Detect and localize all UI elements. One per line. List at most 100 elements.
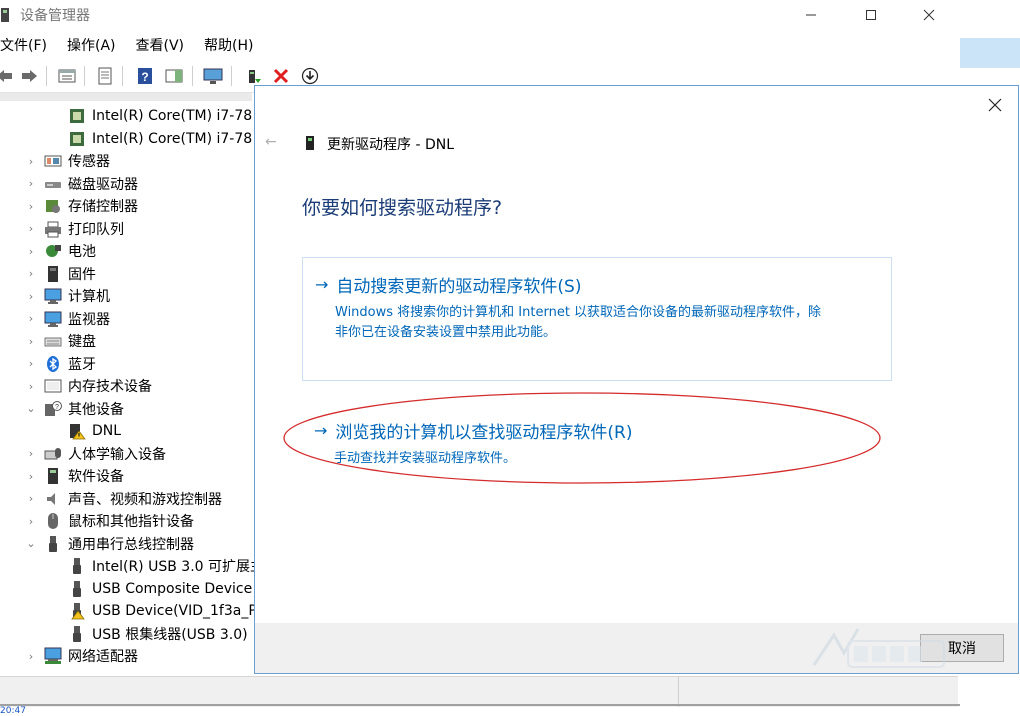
close-button[interactable] bbox=[906, 0, 952, 30]
chevron-right-icon[interactable]: › bbox=[26, 150, 36, 172]
menu-action[interactable]: 操作(A) bbox=[57, 34, 126, 58]
scan-hardware-button[interactable] bbox=[203, 66, 223, 86]
tree-item-label: USB Composite Device bbox=[92, 580, 253, 597]
update-driver-icon bbox=[249, 70, 261, 83]
menu-help[interactable]: 帮助(H) bbox=[194, 34, 263, 58]
usb-icon bbox=[68, 580, 86, 598]
tree-item[interactable]: › 声音、视频和游戏控制器 bbox=[29, 488, 222, 510]
browse-desc-line: 手动查找并安装驱动程序软件。 bbox=[334, 451, 517, 466]
status-bar bbox=[0, 676, 958, 707]
chevron-right-icon[interactable]: › bbox=[26, 330, 36, 352]
chevron-right-icon[interactable]: › bbox=[26, 465, 36, 487]
tree-item-label: Intel(R) Core(TM) i7-78 bbox=[92, 108, 253, 124]
chevron-right-icon[interactable]: › bbox=[26, 263, 36, 285]
chevron-right-icon[interactable]: › bbox=[26, 645, 36, 667]
auto-search-title-row: → 自动搜索更新的驱动程序软件(S) bbox=[315, 272, 879, 297]
tree-item-label: 声音、视频和游戏控制器 bbox=[68, 491, 222, 508]
auto-search-title: 自动搜索更新的驱动程序软件(S) bbox=[336, 277, 582, 297]
auto-search-desc-line: Windows 将搜索你的计算机和 Internet 以获取适合你设备的最新驱动… bbox=[335, 305, 822, 320]
browse-computer-option[interactable]: → 浏览我的计算机以查找驱动程序软件(R) 手动查找并安装驱动程序软件。 bbox=[302, 404, 892, 484]
chevron-down-icon[interactable]: ⌄ bbox=[26, 398, 36, 420]
cpu-icon bbox=[68, 130, 86, 148]
tree-item[interactable]: › 监视器 bbox=[29, 308, 110, 330]
chevron-right-icon[interactable]: › bbox=[26, 488, 36, 510]
tree-item[interactable]: ⌄ 通用串行总线控制器 bbox=[26, 533, 194, 555]
chevron-right-icon[interactable]: › bbox=[26, 240, 36, 262]
mouse-icon bbox=[44, 512, 62, 530]
minimize-button[interactable] bbox=[788, 0, 834, 30]
svg-text:?: ? bbox=[141, 70, 148, 84]
download-circle-icon bbox=[301, 67, 319, 85]
tree-item[interactable]: › 电池 bbox=[29, 240, 96, 262]
tree-item[interactable]: ⌄? 其他设备 bbox=[26, 398, 124, 420]
tree-item-label: Intel(R) USB 3.0 可扩展主 bbox=[92, 559, 254, 575]
tree-item[interactable]: DNL bbox=[68, 420, 121, 442]
tree-item-label: 人体学输入设备 bbox=[68, 446, 166, 463]
tree-item-label: 存储控制器 bbox=[68, 199, 138, 215]
tree-item-label: 打印队列 bbox=[68, 221, 124, 238]
chevron-right-icon[interactable]: › bbox=[26, 353, 36, 375]
browse-title-row: → 浏览我的计算机以查找驱动程序软件(R) bbox=[314, 418, 880, 443]
tree-item[interactable]: › 计算机 bbox=[29, 285, 110, 307]
tree-item[interactable]: › 固件 bbox=[29, 263, 96, 285]
tree-item-label: 键盘 bbox=[68, 334, 96, 350]
tree-item[interactable]: USB Device(VID_1f3a_P bbox=[68, 600, 254, 622]
device-tree[interactable]: Intel(R) Core(TM) i7-78 Intel(R) Core(TM)… bbox=[0, 103, 254, 673]
tree-item-label: USB 根集线器(USB 3.0) bbox=[92, 626, 248, 643]
device-manager-icon bbox=[1, 8, 9, 22]
chevron-right-icon[interactable]: › bbox=[26, 510, 36, 532]
properties-view-button[interactable] bbox=[57, 66, 77, 86]
chevron-right-icon[interactable]: › bbox=[26, 308, 36, 330]
action-view-button[interactable] bbox=[164, 66, 184, 86]
tree-item[interactable]: › 内存技术设备 bbox=[29, 375, 152, 397]
tree-item[interactable]: › 蓝牙 bbox=[29, 353, 96, 375]
chevron-right-icon[interactable]: › bbox=[26, 195, 36, 217]
chevron-right-icon[interactable]: › bbox=[26, 285, 36, 307]
network-adapter-icon bbox=[44, 647, 62, 665]
menu-view[interactable]: 查看(V) bbox=[126, 34, 195, 58]
firmware-icon bbox=[44, 265, 62, 283]
tree-item[interactable]: › 键盘 bbox=[29, 330, 96, 352]
tree-item-label: Intel(R) Core(TM) i7-78 bbox=[92, 130, 253, 147]
tree-item[interactable]: USB 根集线器(USB 3.0) bbox=[68, 623, 248, 645]
dialog-close-button[interactable] bbox=[986, 96, 1004, 114]
forward-button[interactable] bbox=[20, 66, 40, 86]
properties-button[interactable] bbox=[95, 66, 115, 86]
update-driver-button[interactable] bbox=[244, 66, 264, 86]
chevron-down-icon[interactable]: ⌄ bbox=[26, 533, 36, 555]
uninstall-device-button[interactable] bbox=[271, 66, 291, 86]
tree-item[interactable]: Intel(R) USB 3.0 可扩展主 bbox=[68, 555, 254, 577]
tree-item[interactable]: USB Composite Device bbox=[68, 578, 252, 600]
tree-item[interactable]: › 人体学输入设备 bbox=[29, 443, 166, 465]
tree-item[interactable]: › 软件设备 bbox=[29, 465, 124, 487]
enable-device-button[interactable] bbox=[300, 66, 320, 86]
maximize-button[interactable] bbox=[848, 0, 894, 30]
tree-item-label: 电池 bbox=[68, 244, 96, 260]
toolbar-separator bbox=[231, 66, 232, 86]
usb-icon bbox=[68, 625, 86, 643]
tree-item[interactable]: › 传感器 bbox=[29, 150, 110, 172]
svg-text:?: ? bbox=[55, 404, 59, 411]
tree-item[interactable]: Intel(R) Core(TM) i7-78 bbox=[68, 105, 252, 127]
chevron-right-icon[interactable]: › bbox=[26, 218, 36, 240]
tree-item-label: 鼠标和其他指针设备 bbox=[68, 514, 194, 530]
tree-item[interactable]: › 磁盘驱动器 bbox=[29, 173, 138, 195]
help-button[interactable]: ? bbox=[135, 66, 155, 86]
arrow-right-icon bbox=[22, 70, 37, 82]
tree-item[interactable]: › 打印队列 bbox=[29, 218, 124, 240]
arrow-right-icon: → bbox=[314, 421, 328, 440]
back-button[interactable] bbox=[0, 66, 14, 86]
auto-search-option[interactable]: → 自动搜索更新的驱动程序软件(S) Windows 将搜索你的计算机和 Int… bbox=[302, 257, 892, 381]
computer-icon bbox=[44, 287, 62, 305]
chevron-right-icon[interactable]: › bbox=[26, 443, 36, 465]
back-arrow-icon[interactable]: ← bbox=[265, 134, 277, 150]
tree-item[interactable]: › 鼠标和其他指针设备 bbox=[29, 510, 194, 532]
disk-drive-icon bbox=[44, 175, 62, 193]
tree-item[interactable]: › 存储控制器 bbox=[29, 195, 138, 217]
menu-file[interactable]: 文件(F) bbox=[0, 34, 57, 58]
chevron-right-icon[interactable]: › bbox=[26, 173, 36, 195]
tree-item[interactable]: Intel(R) Core(TM) i7-78 bbox=[68, 128, 252, 150]
tree-item[interactable]: › 网络适配器 bbox=[29, 645, 138, 667]
cancel-button[interactable]: 取消 bbox=[920, 634, 1004, 662]
chevron-right-icon[interactable]: › bbox=[26, 375, 36, 397]
